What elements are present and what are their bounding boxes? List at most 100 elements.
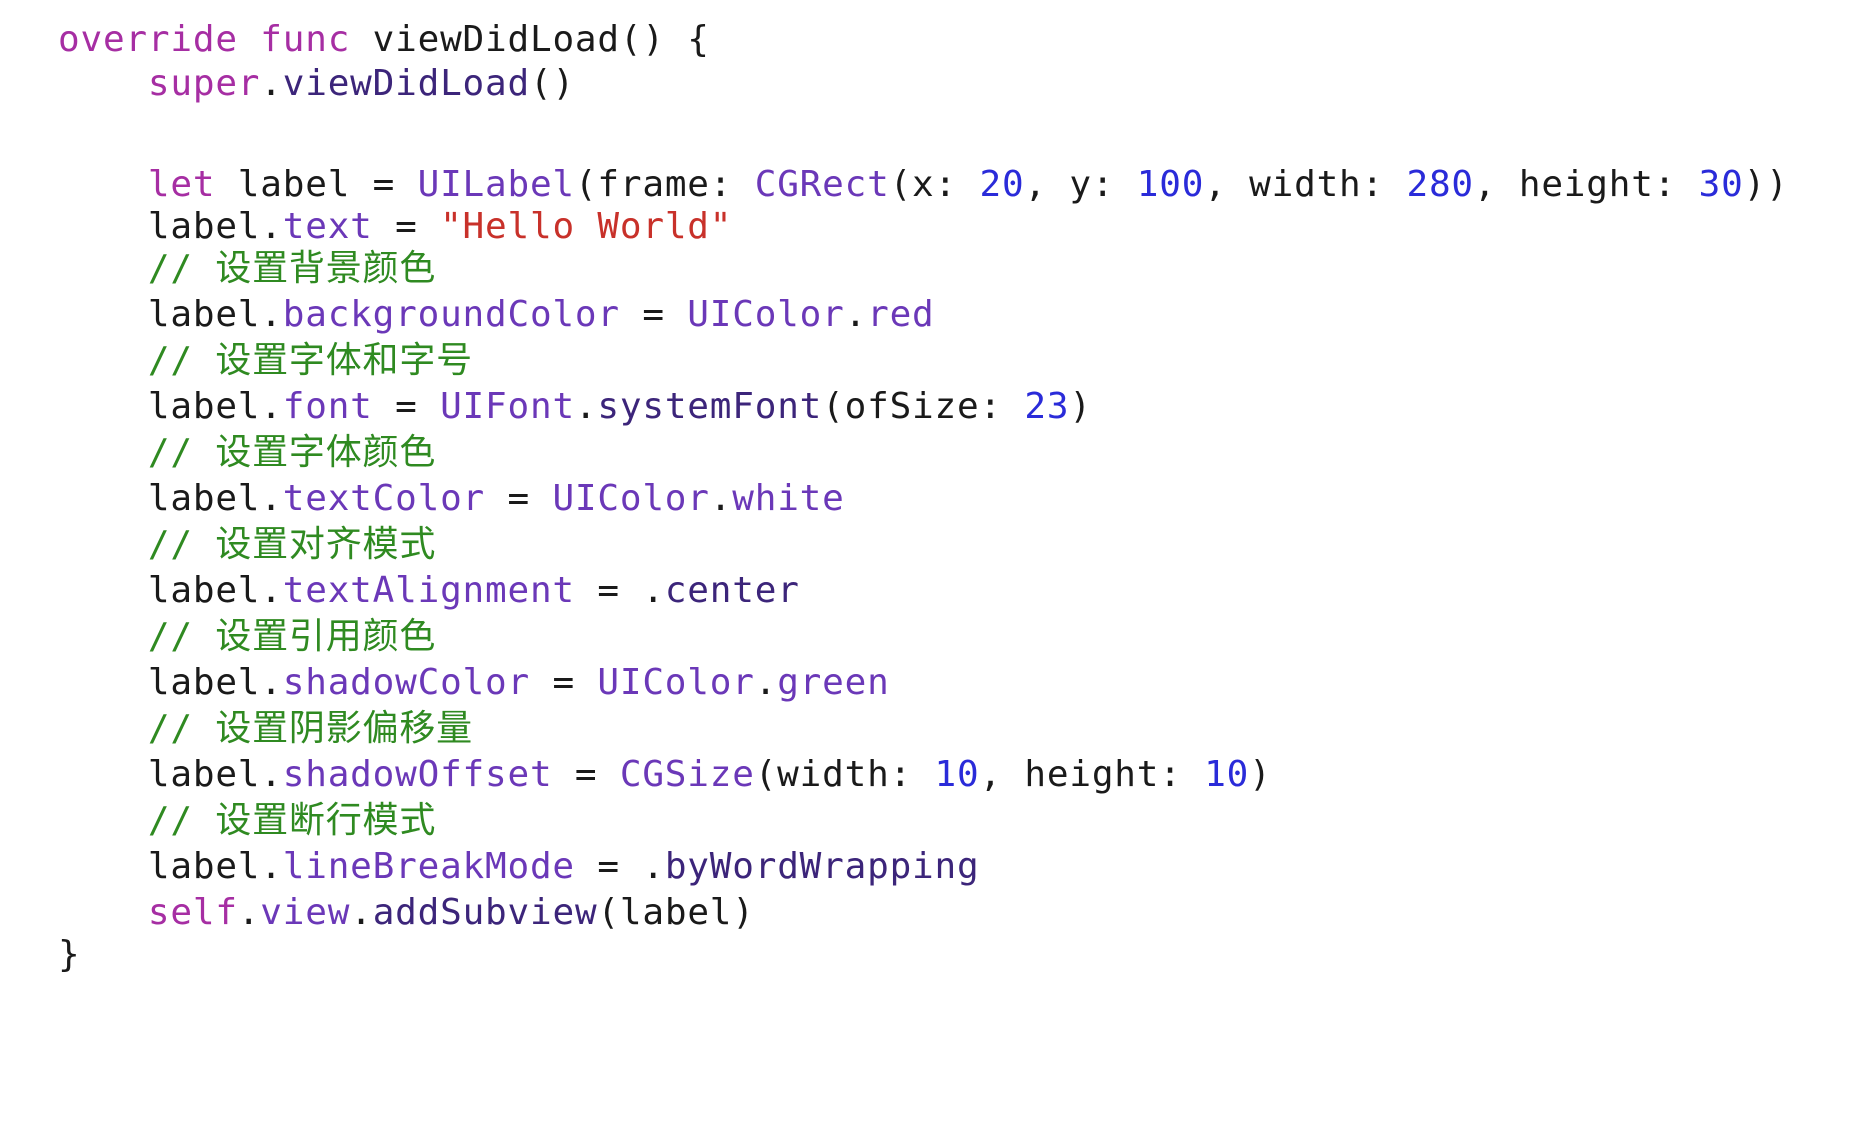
code-line[interactable]: label.backgroundColor = UIColor.red	[58, 289, 935, 341]
code-line[interactable]: label.lineBreakMode = .byWordWrapping	[58, 841, 979, 893]
code-editor[interactable]: override func viewDidLoad() { super.view…	[0, 0, 1868, 1126]
property-token: backgroundColor	[282, 294, 620, 335]
type-token: UIColor	[687, 294, 845, 335]
function-token: byWordWrapping	[664, 846, 980, 887]
property-token: text	[282, 206, 373, 247]
type-token: CGSize	[619, 754, 755, 795]
function-token: center	[664, 570, 800, 611]
code-token: label.	[58, 386, 283, 427]
code-line[interactable]: // 设置对齐模式	[58, 519, 436, 571]
code-token: = .	[574, 846, 665, 887]
function-token: systemFont	[597, 386, 823, 427]
code-token: , width:	[1204, 164, 1407, 205]
code-token: = .	[574, 570, 665, 611]
comment-token: // 设置引用颜色	[147, 616, 437, 657]
code-token: label.	[58, 662, 283, 703]
keyword-token: let	[147, 164, 216, 205]
code-token: label.	[58, 846, 283, 887]
code-line[interactable]: // 设置字体和字号	[58, 335, 473, 387]
property-token: red	[867, 294, 935, 335]
property-token: lineBreakMode	[282, 846, 575, 887]
type-token: UIColor	[552, 478, 710, 519]
code-token: (frame:	[574, 164, 755, 205]
type-token: CGRect	[754, 164, 890, 205]
keyword-token: func	[260, 19, 351, 60]
keyword-token: override	[58, 19, 238, 60]
type-token: UILabel	[417, 164, 575, 205]
number-token: 10	[934, 754, 980, 795]
code-token: .	[350, 892, 373, 933]
property-token: textColor	[282, 478, 486, 519]
property-token: view	[260, 892, 351, 933]
type-token: UIColor	[597, 662, 755, 703]
code-token: (ofSize:	[822, 386, 1025, 427]
string-token: "Hello World"	[440, 206, 733, 247]
code-token: =	[552, 754, 620, 795]
code-token: , height:	[979, 754, 1205, 795]
code-token: (x:	[889, 164, 980, 205]
code-token: , y:	[1024, 164, 1137, 205]
function-token: viewDidLoad	[282, 63, 530, 104]
number-token: 20	[979, 164, 1025, 205]
number-token: 23	[1024, 386, 1070, 427]
code-token: =	[485, 478, 553, 519]
comment-token: // 设置字体和字号	[147, 340, 473, 381]
code-line[interactable]: // 设置字体颜色	[58, 427, 436, 479]
code-line[interactable]: label.shadowOffset = CGSize(width: 10, h…	[58, 749, 1272, 801]
property-token: shadowColor	[282, 662, 530, 703]
code-line[interactable]: // 设置背景颜色	[58, 243, 436, 295]
code-line[interactable]: // 设置阴影偏移量	[58, 703, 473, 755]
code-token: label.	[58, 478, 283, 519]
code-line[interactable]: self.view.addSubview(label)	[58, 887, 755, 939]
code-token: .	[754, 662, 778, 703]
code-token: )	[1069, 386, 1092, 427]
code-token: .	[237, 892, 261, 933]
code-line[interactable]: label.shadowColor = UIColor.green	[58, 657, 890, 709]
code-token: =	[619, 294, 688, 335]
code-line[interactable]: // 设置引用颜色	[58, 611, 436, 663]
code-token: label.	[58, 754, 283, 795]
code-line[interactable]: }	[58, 929, 80, 981]
number-token: 30	[1698, 164, 1744, 205]
number-token: 10	[1204, 754, 1250, 795]
keyword-token: self	[147, 892, 238, 933]
keyword-token: super	[147, 63, 261, 104]
code-token: =	[529, 662, 598, 703]
code-token: label.	[58, 206, 283, 247]
code-token: viewDidLoad() {	[350, 19, 710, 60]
code-token: .	[260, 63, 283, 104]
code-token: }	[58, 934, 81, 975]
code-token: , height:	[1473, 164, 1699, 205]
code-token: .	[574, 386, 598, 427]
property-token: white	[732, 478, 845, 519]
code-token: (width:	[754, 754, 935, 795]
code-line[interactable]: // 设置断行模式	[58, 795, 436, 847]
code-token: ()	[529, 63, 575, 104]
number-token: 280	[1406, 164, 1474, 205]
code-line[interactable]: label.font = UIFont.systemFont(ofSize: 2…	[58, 381, 1092, 433]
property-token: font	[282, 386, 373, 427]
function-token: addSubview	[372, 892, 598, 933]
code-token: label =	[215, 164, 418, 205]
code-token: .	[709, 478, 733, 519]
code-token: )	[1249, 754, 1272, 795]
comment-token: // 设置阴影偏移量	[147, 708, 473, 749]
code-token: ))	[1743, 164, 1789, 205]
comment-token: // 设置背景颜色	[147, 248, 437, 289]
type-token: UIFont	[440, 386, 575, 427]
comment-token: // 设置字体颜色	[147, 432, 437, 473]
code-token: (label)	[597, 892, 755, 933]
code-line[interactable]: label.textAlignment = .center	[58, 565, 800, 617]
code-line[interactable]: super.viewDidLoad()	[58, 58, 575, 110]
property-token: textAlignment	[282, 570, 575, 611]
code-line[interactable]: label.textColor = UIColor.white	[58, 473, 845, 525]
code-token: label.	[58, 570, 283, 611]
